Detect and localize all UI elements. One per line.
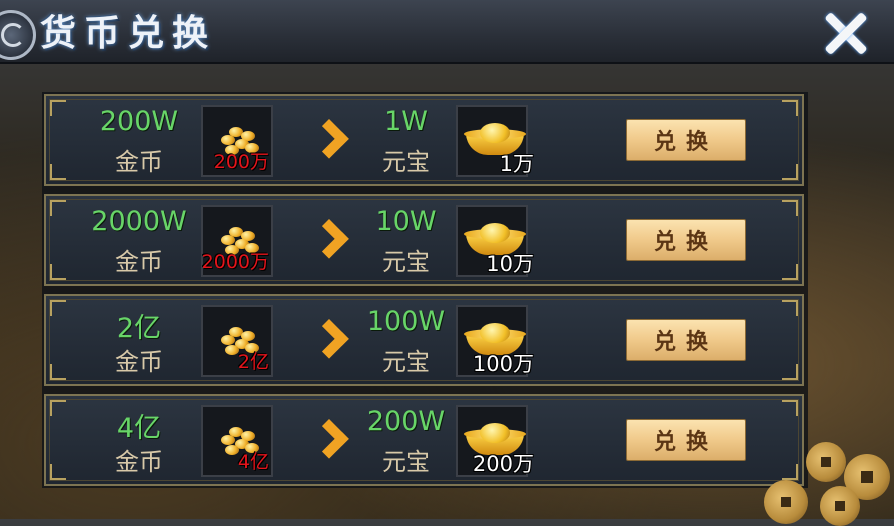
exchange-button[interactable]: 兑换 [626,119,746,161]
arrow-right-icon [315,122,341,162]
arrow-right-icon [315,322,341,362]
gold-coin-slot[interactable]: 4亿 [201,405,273,477]
target-currency: 元宝 [382,248,430,276]
target-item-count: 10万 [486,252,534,276]
source-amount: 4亿 [116,413,162,444]
ingot-slot[interactable]: 10万 [456,205,534,277]
target-amount: 1W [384,106,428,137]
source-item-count: 200万 [213,151,269,173]
source-currency: 金币 [115,348,163,376]
exchange-row: 4亿 金币 4亿 200W 元宝 200万 兑换 [44,394,804,486]
source-amount: 200W [99,106,179,137]
exchange-panel: 200W 金币 200万 1W 元宝 1万 兑换 2000W 金币 2000万 … [42,92,808,488]
arrow-right-icon [315,422,341,462]
ingot-slot[interactable]: 100万 [456,305,534,377]
target-currency: 元宝 [382,148,430,176]
target-item-count: 1万 [499,152,534,176]
source-amount: 2000W [91,206,187,237]
target-amount: 10W [375,206,437,237]
exchange-button[interactable]: 兑换 [626,219,746,261]
title-bar: 货币兑换 [0,0,894,64]
target-item-count: 100万 [472,352,534,376]
target-currency: 元宝 [382,448,430,476]
source-currency: 金币 [115,248,163,276]
decorative-coins-icon [760,440,894,526]
target-amount: 100W [366,306,446,337]
ingot-slot[interactable]: 200万 [456,405,534,477]
page-title: 货币兑换 [40,12,217,54]
exchange-row: 2000W 金币 2000万 10W 元宝 10万 兑换 [44,194,804,286]
exchange-button[interactable]: 兑换 [626,419,746,461]
target-currency: 元宝 [382,348,430,376]
emblem-icon [0,10,36,60]
gold-coin-slot[interactable]: 2亿 [201,305,273,377]
source-currency: 金币 [115,148,163,176]
exchange-button[interactable]: 兑换 [626,319,746,361]
source-item-count: 2000万 [201,251,269,273]
arrow-right-icon [315,222,341,262]
gold-coin-slot[interactable]: 200万 [201,105,273,177]
source-currency: 金币 [115,448,163,476]
gold-coin-slot[interactable]: 2000万 [201,205,273,277]
close-icon[interactable] [818,6,874,60]
exchange-row: 2亿 金币 2亿 100W 元宝 100万 兑换 [44,294,804,386]
target-amount: 200W [366,406,446,437]
source-item-count: 2亿 [237,351,269,373]
source-item-count: 4亿 [237,451,269,473]
source-amount: 2亿 [116,313,162,344]
target-item-count: 200万 [472,452,534,476]
ingot-slot[interactable]: 1万 [456,105,534,177]
exchange-row: 200W 金币 200万 1W 元宝 1万 兑换 [44,94,804,186]
